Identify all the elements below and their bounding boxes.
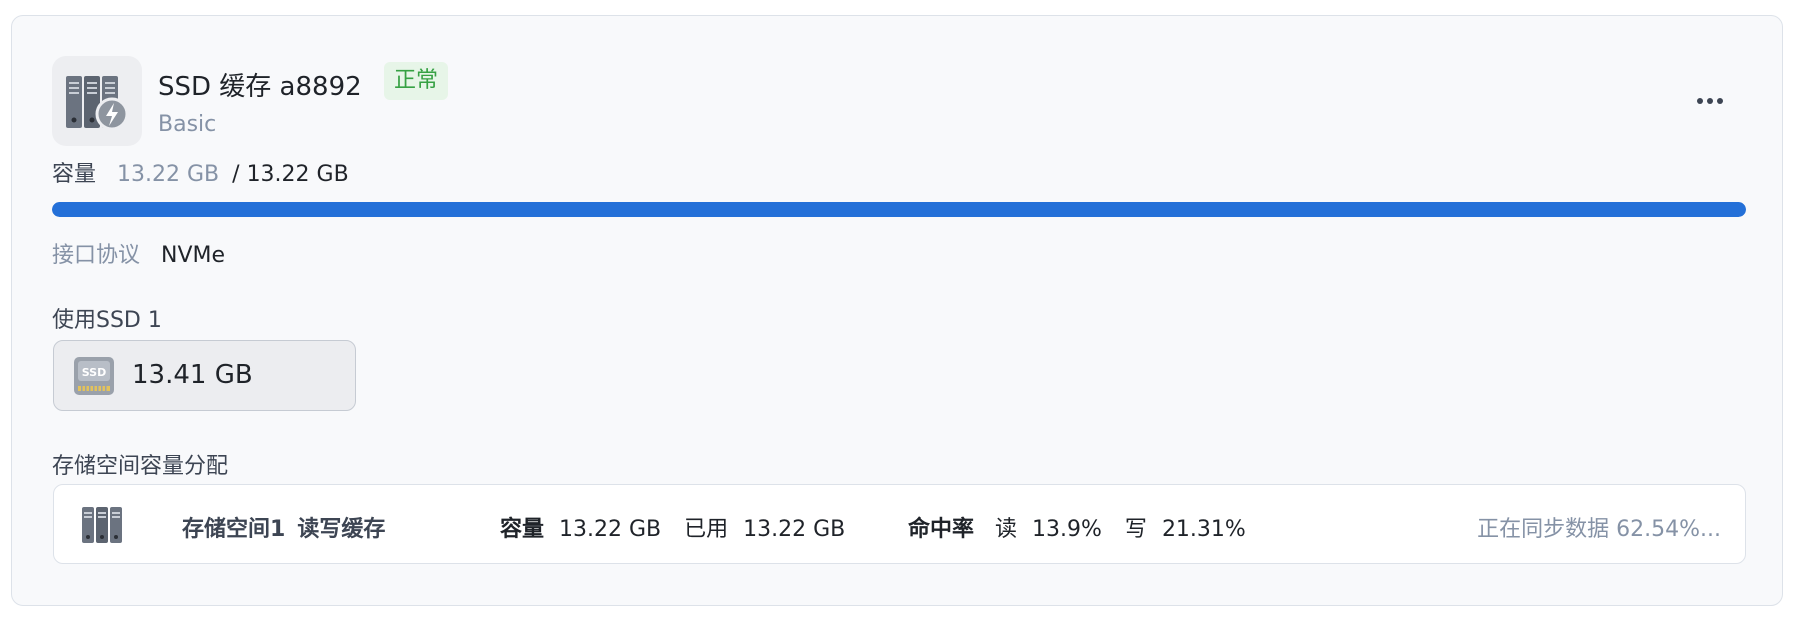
- ssd-icon-label: SSD: [82, 366, 106, 379]
- allocation-used-value: 13.22 GB: [743, 517, 846, 542]
- cache-type: Basic: [158, 112, 217, 137]
- protocol-value: NVMe: [161, 243, 226, 268]
- write-label: 写: [1124, 517, 1147, 542]
- hit-rate: 命中率 读 13.9% 写 21.31%: [908, 511, 1246, 543]
- allocation-capacity: 容量 13.22 GB 已用 13.22 GB: [500, 511, 845, 543]
- capacity-row: 容量 13.22 GB / 13.22 GB: [52, 156, 349, 188]
- read-label: 读: [995, 517, 1018, 542]
- server-cache-icon: [52, 56, 142, 146]
- capacity-used: 13.22 GB: [117, 162, 220, 187]
- ssd-cache-card: SSD 缓存 a8892 正常 Basic 容量 13.22 GB / 13.2…: [11, 15, 1783, 606]
- read-value: 13.9%: [1032, 517, 1102, 542]
- capacity-progress-bar: [52, 202, 1746, 217]
- write-value: 21.31%: [1161, 517, 1246, 542]
- protocol-label: 接口协议: [52, 243, 141, 268]
- ssd-used-title: 使用SSD 1: [52, 308, 162, 333]
- allocation-title: 存储空间容量分配: [52, 454, 229, 479]
- hit-rate-label: 命中率: [908, 517, 975, 542]
- storage-space-name: 存储空间1: [182, 517, 286, 542]
- protocol-row: 接口协议 NVMe: [52, 237, 225, 269]
- capacity-total: 13.22 GB: [246, 162, 349, 187]
- storage-pool-icon: [80, 503, 124, 547]
- cache-title: SSD 缓存 a8892: [158, 72, 362, 102]
- sync-status: 正在同步数据 62.54%...: [1477, 517, 1721, 542]
- allocation-capacity-value: 13.22 GB: [559, 517, 662, 542]
- capacity-label: 容量: [52, 162, 97, 187]
- capacity-progress-fill: [52, 202, 1746, 217]
- more-horizontal-icon: [1697, 98, 1723, 104]
- ssd-drive-icon: SSD: [72, 355, 116, 397]
- allocation-row[interactable]: 存储空间1 读写缓存 容量 13.22 GB 已用 13.22 GB 命中率 读 …: [53, 484, 1746, 564]
- allocation-used-label: 已用: [684, 517, 729, 542]
- more-options-button[interactable]: [1692, 86, 1728, 116]
- capacity-separator: /: [232, 162, 240, 187]
- allocation-capacity-label: 容量: [500, 517, 545, 542]
- ssd-disk-item[interactable]: SSD 13.41 GB: [53, 340, 356, 411]
- ssd-size: 13.41 GB: [132, 360, 253, 390]
- allocation-name: 存储空间1 读写缓存: [182, 511, 385, 543]
- cache-mode: 读写缓存: [297, 517, 386, 542]
- status-badge: 正常: [384, 62, 449, 100]
